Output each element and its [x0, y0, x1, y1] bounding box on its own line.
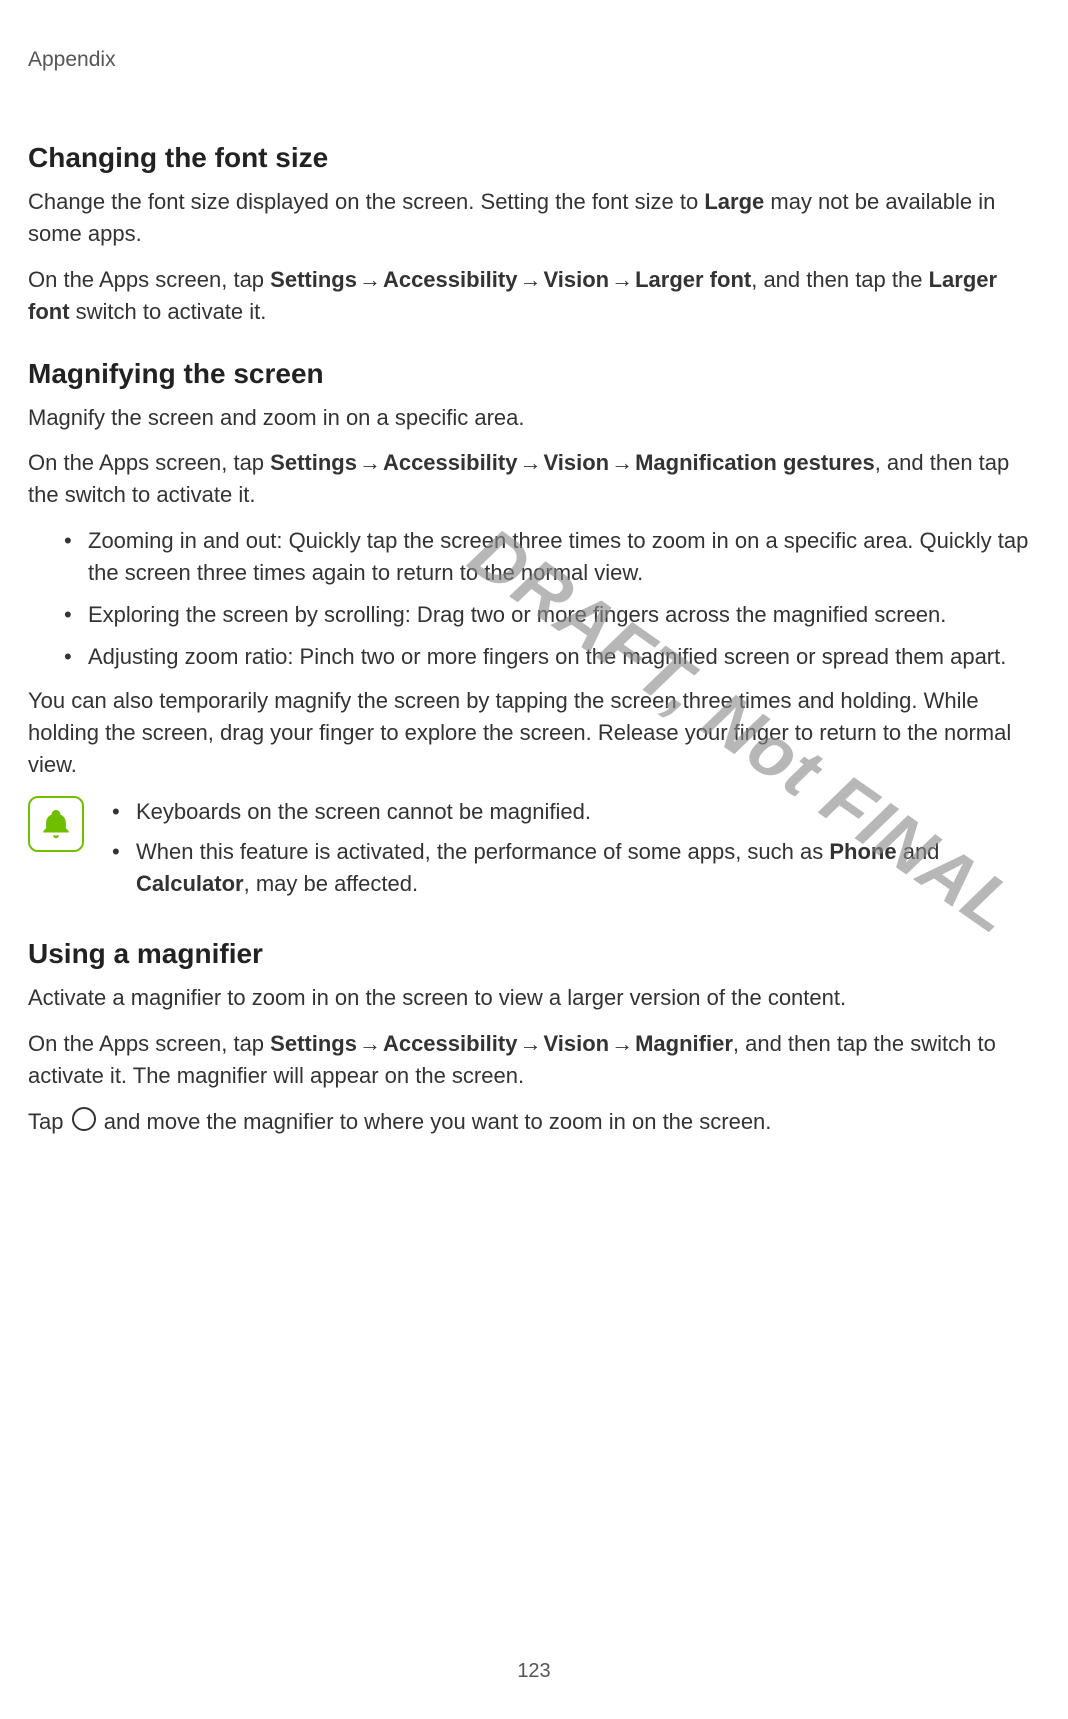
text: , and then tap the	[751, 267, 928, 292]
document-page: Appendix DRAFT, Not FINAL Changing the f…	[0, 0, 1068, 1719]
list-item: Zooming in and out: Quickly tap the scre…	[68, 525, 1040, 589]
paragraph: You can also temporarily magnify the scr…	[28, 685, 1040, 781]
heading-font-size: Changing the font size	[28, 142, 1040, 174]
nav-path-accessibility: Accessibility	[383, 267, 518, 292]
text: On the Apps screen, tap	[28, 1031, 270, 1056]
text: On the Apps screen, tap	[28, 450, 270, 475]
bold-text: Large	[704, 189, 764, 214]
list-item: Exploring the screen by scrolling: Drag …	[68, 599, 1040, 631]
text: switch to activate it.	[70, 299, 267, 324]
arrow-icon: →	[357, 1031, 383, 1056]
bell-icon	[39, 807, 73, 841]
nav-path-settings: Settings	[270, 450, 357, 475]
nav-path-accessibility: Accessibility	[383, 450, 518, 475]
arrow-icon: →	[357, 267, 383, 292]
note-block: Keyboards on the screen cannot be magnif…	[28, 796, 1040, 908]
arrow-icon: →	[609, 450, 635, 475]
text: When this feature is activated, the perf…	[136, 839, 829, 864]
page-number: 123	[0, 1660, 1068, 1683]
note-item: When this feature is activated, the perf…	[108, 836, 1040, 900]
text: and move the magnifier to where you want…	[98, 1109, 772, 1134]
arrow-icon: →	[517, 1031, 543, 1056]
paragraph: Change the font size displayed on the sc…	[28, 186, 1040, 250]
paragraph: On the Apps screen, tap Settings→Accessi…	[28, 1028, 1040, 1092]
nav-path-vision: Vision	[543, 450, 609, 475]
paragraph: On the Apps screen, tap Settings→Accessi…	[28, 264, 1040, 328]
paragraph: Tap and move the magnifier to where you …	[28, 1106, 1040, 1138]
arrow-icon: →	[609, 1031, 635, 1056]
nav-path-larger-font: Larger font	[635, 267, 751, 292]
arrow-icon: →	[517, 450, 543, 475]
text: On the Apps screen, tap	[28, 267, 270, 292]
nav-path-magnifier: Magnifier	[635, 1031, 733, 1056]
bold-text: Phone	[829, 839, 896, 864]
nav-path-vision: Vision	[543, 1031, 609, 1056]
text: Tap	[28, 1109, 70, 1134]
paragraph: Magnify the screen and zoom in on a spec…	[28, 402, 1040, 434]
text: , may be affected.	[244, 871, 418, 896]
note-list: Keyboards on the screen cannot be magnif…	[108, 796, 1040, 908]
text: and	[897, 839, 940, 864]
text: Change the font size displayed on the sc…	[28, 189, 704, 214]
heading-magnify-screen: Magnifying the screen	[28, 358, 1040, 390]
paragraph: On the Apps screen, tap Settings→Accessi…	[28, 447, 1040, 511]
nav-path-settings: Settings	[270, 1031, 357, 1056]
heading-using-magnifier: Using a magnifier	[28, 938, 1040, 970]
note-bell-icon	[28, 796, 84, 852]
arrow-icon: →	[517, 267, 543, 292]
nav-path-magnification-gestures: Magnification gestures	[635, 450, 875, 475]
page-header: Appendix	[28, 48, 1040, 72]
bullet-list: Zooming in and out: Quickly tap the scre…	[28, 525, 1040, 673]
circle-button-icon	[72, 1107, 96, 1131]
nav-path-settings: Settings	[270, 267, 357, 292]
nav-path-vision: Vision	[543, 267, 609, 292]
paragraph: Activate a magnifier to zoom in on the s…	[28, 982, 1040, 1014]
bold-text: Calculator	[136, 871, 244, 896]
note-item: Keyboards on the screen cannot be magnif…	[108, 796, 1040, 828]
list-item: Adjusting zoom ratio: Pinch two or more …	[68, 641, 1040, 673]
nav-path-accessibility: Accessibility	[383, 1031, 518, 1056]
arrow-icon: →	[357, 450, 383, 475]
arrow-icon: →	[609, 267, 635, 292]
